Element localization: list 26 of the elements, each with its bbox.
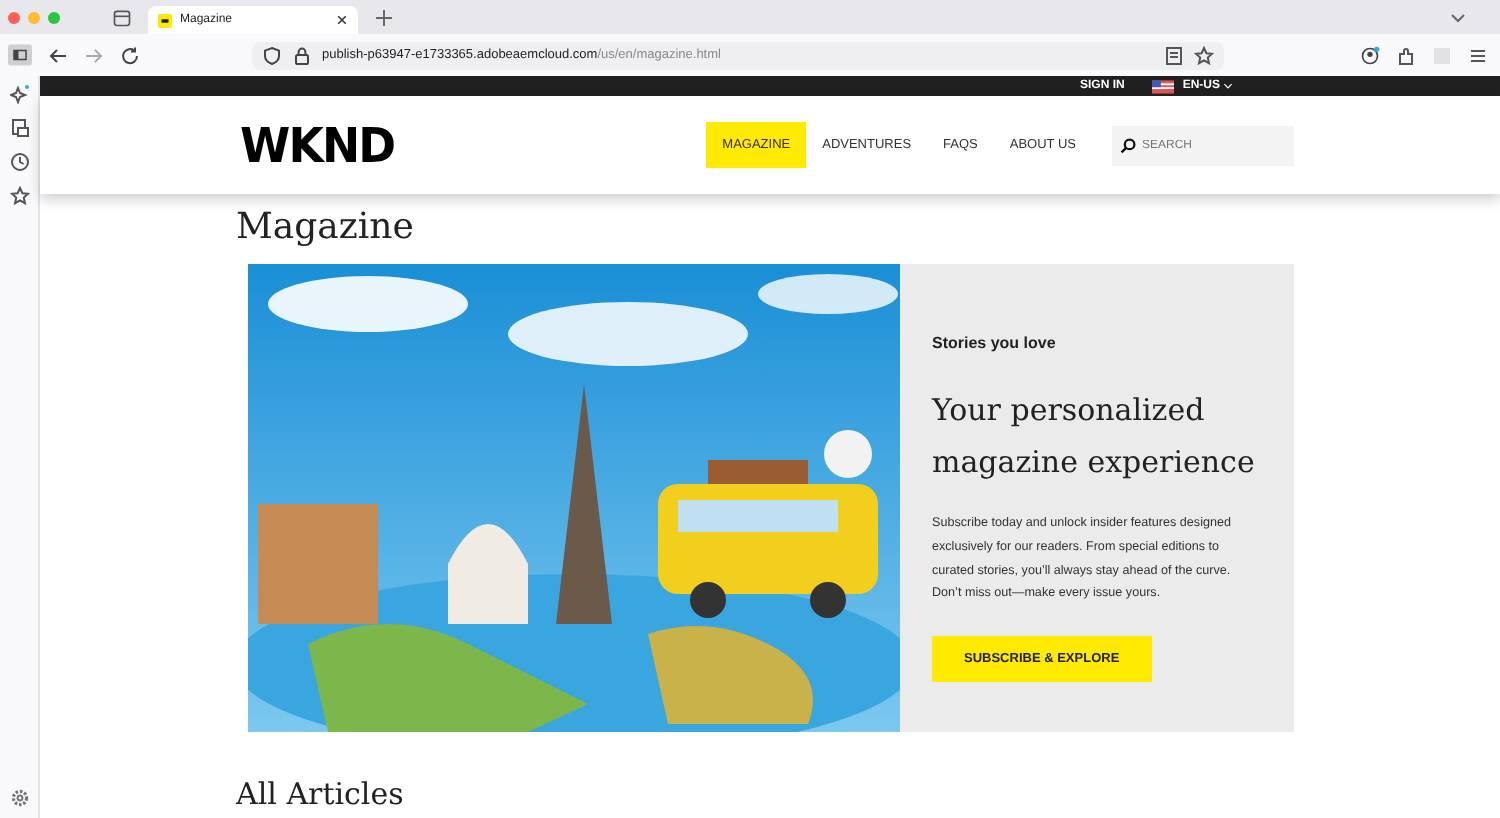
back-arrow-icon[interactable] [48, 45, 68, 65]
lock-icon [292, 45, 312, 65]
bookmark-star-icon[interactable] [1194, 45, 1214, 65]
new-tab-icon[interactable] [374, 7, 394, 27]
search-icon [1120, 137, 1136, 153]
site-favicon-icon [158, 13, 172, 27]
settings-icon[interactable] [9, 788, 29, 808]
sparkle-icon[interactable] [9, 84, 29, 104]
shield-icon [262, 45, 282, 65]
eyebrow-text: Stories you love [932, 334, 1058, 352]
synced-tabs-icon[interactable] [9, 118, 29, 138]
account-icon[interactable] [1360, 45, 1380, 65]
hero-heading: Your personalized magazine experience [932, 390, 1257, 484]
page-title: Magazine [236, 206, 416, 248]
bookmarks-star-icon[interactable] [9, 186, 29, 206]
section-title: All Articles [236, 776, 406, 812]
close-tab-icon[interactable] [336, 14, 348, 26]
sidebar-toggle-icon[interactable] [8, 44, 32, 66]
chevron-down-icon[interactable] [1222, 80, 1234, 92]
reload-icon[interactable] [120, 45, 140, 65]
extensions-icon[interactable] [1396, 45, 1416, 65]
tab-list-icon[interactable] [112, 7, 132, 27]
reader-view-icon[interactable] [1164, 45, 1184, 65]
menu-icon[interactable] [1468, 45, 1488, 65]
history-clock-icon[interactable] [9, 152, 29, 172]
site-logo[interactable]: WKND [240, 117, 395, 173]
